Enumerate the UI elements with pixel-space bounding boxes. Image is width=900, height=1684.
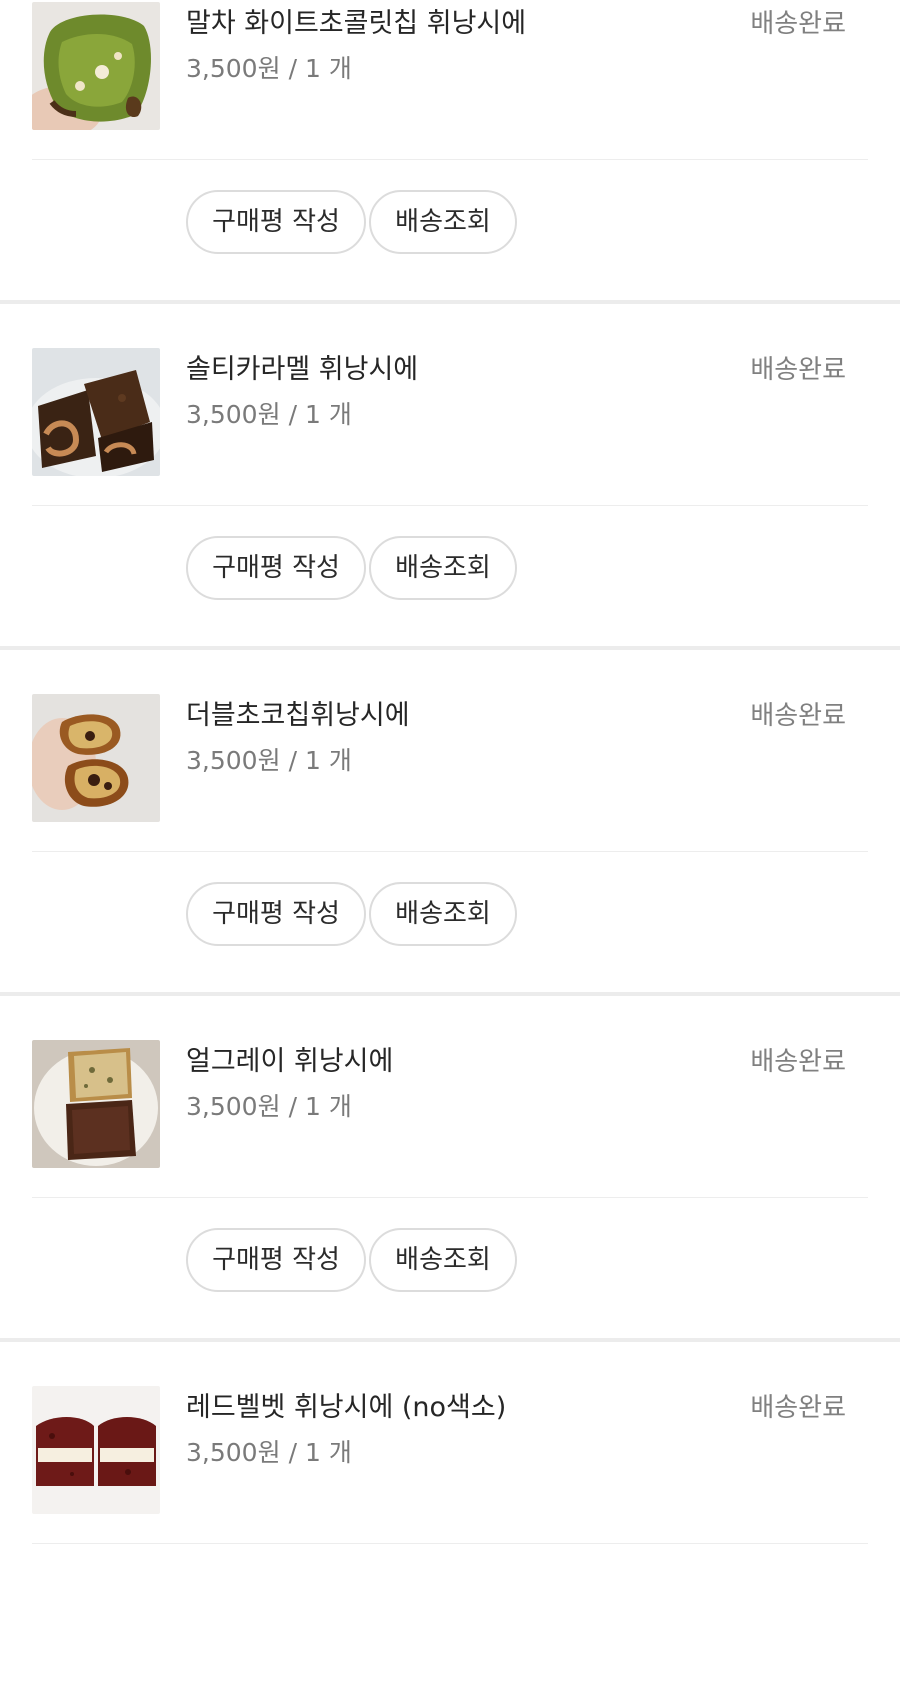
- order-item-row[interactable]: 레드벨벳 휘낭시에 (no색소) 3,500원/1 개 배송완료: [32, 1384, 868, 1544]
- track-delivery-button[interactable]: 배송조회: [369, 1228, 517, 1292]
- product-name[interactable]: 말차 화이트초콜릿칩 휘낭시에: [186, 6, 526, 42]
- product-thumbnail[interactable]: [32, 694, 160, 822]
- product-name[interactable]: 레드벨벳 휘낭시에 (no색소): [186, 1390, 506, 1426]
- product-price: 3,500원: [186, 1092, 281, 1121]
- product-price: 3,500원: [186, 746, 281, 775]
- price-qty-separator: /: [288, 746, 298, 775]
- product-price: 3,500원: [186, 54, 281, 83]
- order-card: 레드벨벳 휘낭시에 (no색소) 3,500원/1 개 배송완료: [0, 1338, 900, 1684]
- write-review-button[interactable]: 구매평 작성: [186, 536, 366, 600]
- order-actions: 구매평 작성 배송조회: [0, 160, 900, 300]
- product-name[interactable]: 솔티카라멜 휘낭시에: [186, 352, 418, 388]
- product-name[interactable]: 얼그레이 휘낭시에: [186, 1044, 393, 1080]
- delivery-status: 배송완료: [750, 1393, 846, 1423]
- track-delivery-button[interactable]: 배송조회: [369, 190, 517, 254]
- product-price-qty: 3,500원/1 개: [186, 398, 352, 432]
- product-quantity: 1 개: [305, 54, 352, 83]
- track-delivery-button[interactable]: 배송조회: [369, 882, 517, 946]
- order-list: 말차 화이트초콜릿칩 휘낭시에 3,500원/1 개 배송완료 구매평 작성 배…: [0, 0, 900, 1684]
- price-qty-separator: /: [288, 1092, 298, 1121]
- order-item-row[interactable]: 더블초코칩휘낭시에 3,500원/1 개 배송완료: [32, 692, 868, 852]
- write-review-button[interactable]: 구매평 작성: [186, 1228, 366, 1292]
- product-quantity: 1 개: [305, 1438, 352, 1467]
- delivery-status: 배송완료: [750, 355, 846, 385]
- product-price: 3,500원: [186, 400, 281, 429]
- order-card: 더블초코칩휘낭시에 3,500원/1 개 배송완료 구매평 작성 배송조회: [0, 646, 900, 992]
- product-price: 3,500원: [186, 1438, 281, 1467]
- product-thumbnail[interactable]: [32, 2, 160, 130]
- product-price-qty: 3,500원/1 개: [186, 52, 352, 86]
- product-thumbnail[interactable]: [32, 1386, 160, 1514]
- product-quantity: 1 개: [305, 400, 352, 429]
- order-actions: 구매평 작성 배송조회: [0, 506, 900, 646]
- order-actions: 구매평 작성 배송조회: [0, 1198, 900, 1338]
- product-price-qty: 3,500원/1 개: [186, 744, 352, 778]
- order-card: 말차 화이트초콜릿칩 휘낭시에 3,500원/1 개 배송완료 구매평 작성 배…: [0, 0, 900, 300]
- product-name[interactable]: 더블초코칩휘낭시에: [186, 698, 410, 734]
- product-quantity: 1 개: [305, 1092, 352, 1121]
- product-price-qty: 3,500원/1 개: [186, 1436, 352, 1470]
- order-item-row[interactable]: 얼그레이 휘낭시에 3,500원/1 개 배송완료: [32, 1038, 868, 1198]
- order-item-row[interactable]: 말차 화이트초콜릿칩 휘낭시에 3,500원/1 개 배송완료: [32, 0, 868, 160]
- price-qty-separator: /: [288, 54, 298, 83]
- delivery-status: 배송완료: [750, 701, 846, 731]
- delivery-status: 배송완료: [750, 1047, 846, 1077]
- product-quantity: 1 개: [305, 746, 352, 775]
- product-thumbnail[interactable]: [32, 1040, 160, 1168]
- order-item-row[interactable]: 솔티카라멜 휘낭시에 3,500원/1 개 배송완료: [32, 346, 868, 506]
- write-review-button[interactable]: 구매평 작성: [186, 190, 366, 254]
- product-thumbnail[interactable]: [32, 348, 160, 476]
- write-review-button[interactable]: 구매평 작성: [186, 882, 366, 946]
- delivery-status: 배송완료: [750, 9, 846, 39]
- price-qty-separator: /: [288, 1438, 298, 1467]
- product-price-qty: 3,500원/1 개: [186, 1090, 352, 1124]
- track-delivery-button[interactable]: 배송조회: [369, 536, 517, 600]
- price-qty-separator: /: [288, 400, 298, 429]
- order-card: 솔티카라멜 휘낭시에 3,500원/1 개 배송완료 구매평 작성 배송조회: [0, 300, 900, 646]
- order-actions: 구매평 작성 배송조회: [0, 852, 900, 992]
- order-card: 얼그레이 휘낭시에 3,500원/1 개 배송완료 구매평 작성 배송조회: [0, 992, 900, 1338]
